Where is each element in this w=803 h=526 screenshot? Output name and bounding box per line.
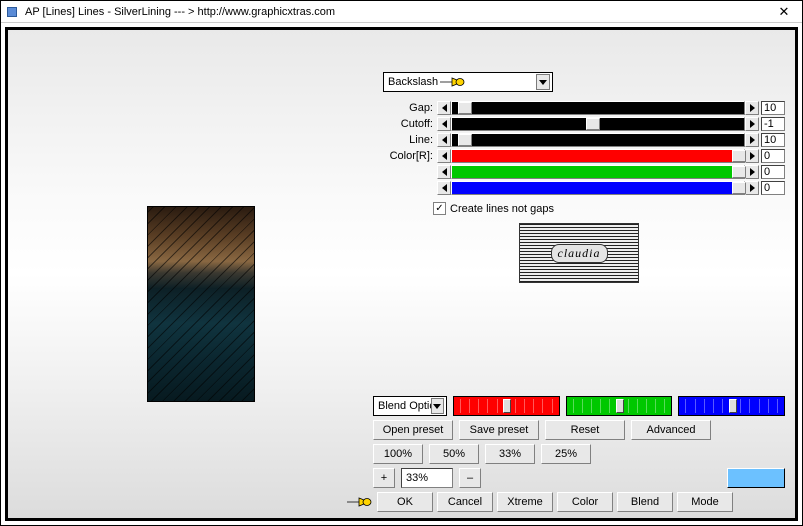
gap-value[interactable]: 10 xyxy=(761,101,785,115)
close-button[interactable]: ✕ xyxy=(770,3,798,21)
line-label: Line: xyxy=(373,134,437,146)
cutoff-slider[interactable] xyxy=(451,117,745,131)
cutoff-inc[interactable] xyxy=(745,117,759,131)
vendor-logo: claudia xyxy=(519,223,639,283)
cutoff-dec[interactable] xyxy=(437,117,451,131)
advanced-button[interactable]: Advanced xyxy=(631,420,711,440)
xtreme-button[interactable]: Xtreme xyxy=(497,492,553,512)
zoom-out-button[interactable]: – xyxy=(459,468,481,488)
blend-r-slider[interactable] xyxy=(453,396,560,416)
open-preset-button[interactable]: Open preset xyxy=(373,420,453,440)
ok-button[interactable]: OK xyxy=(377,492,433,512)
chevron-down-icon xyxy=(431,398,444,414)
preview-image xyxy=(147,206,255,402)
color-g-slider[interactable] xyxy=(451,165,745,179)
bottom-panel: Blend Optic xyxy=(373,396,785,512)
color-g-inc[interactable] xyxy=(745,165,759,179)
plugin-window: AP [Lines] Lines - SilverLining --- > ht… xyxy=(0,0,803,526)
effect-dropdown[interactable]: Backslash xyxy=(383,72,553,92)
create-lines-checkbox[interactable] xyxy=(433,202,446,215)
preview-pane xyxy=(8,30,373,518)
zoom-value[interactable]: 33% xyxy=(401,468,453,488)
color-r-value[interactable]: 0 xyxy=(761,149,785,163)
blend-dropdown-value: Blend Optic xyxy=(378,400,431,412)
color-r-label: Color[R]: xyxy=(373,150,437,162)
vendor-logo-text: claudia xyxy=(551,244,608,263)
line-inc[interactable] xyxy=(745,133,759,147)
blend-g-slider[interactable] xyxy=(566,396,673,416)
main-panel: Backslash Gap: 10 Cutoff: xyxy=(5,27,798,521)
zoom-25-button[interactable]: 25% xyxy=(541,444,591,464)
color-swatch[interactable] xyxy=(727,468,785,488)
zoom-100-button[interactable]: 100% xyxy=(373,444,423,464)
gap-dec[interactable] xyxy=(437,101,451,115)
pointing-hand-icon xyxy=(438,73,466,91)
cutoff-value[interactable]: -1 xyxy=(761,117,785,131)
color-g-value[interactable]: 0 xyxy=(761,165,785,179)
app-icon xyxy=(5,5,19,19)
effect-dropdown-value: Backslash xyxy=(388,76,438,88)
save-preset-button[interactable]: Save preset xyxy=(459,420,539,440)
color-g-dec[interactable] xyxy=(437,165,451,179)
mode-button[interactable]: Mode xyxy=(677,492,733,512)
color-r-inc[interactable] xyxy=(745,149,759,163)
color-b-inc[interactable] xyxy=(745,181,759,195)
color-b-value[interactable]: 0 xyxy=(761,181,785,195)
cancel-button[interactable]: Cancel xyxy=(437,492,493,512)
zoom-33-button[interactable]: 33% xyxy=(485,444,535,464)
controls-pane: Backslash Gap: 10 Cutoff: xyxy=(373,30,795,518)
chevron-down-icon xyxy=(536,74,550,90)
color-b-dec[interactable] xyxy=(437,181,451,195)
line-dec[interactable] xyxy=(437,133,451,147)
titlebar: AP [Lines] Lines - SilverLining --- > ht… xyxy=(1,1,802,23)
blend-b-slider[interactable] xyxy=(678,396,785,416)
create-lines-label: Create lines not gaps xyxy=(450,203,554,215)
blend-dropdown[interactable]: Blend Optic xyxy=(373,396,447,416)
cutoff-label: Cutoff: xyxy=(373,118,437,130)
color-r-dec[interactable] xyxy=(437,149,451,163)
line-value[interactable]: 10 xyxy=(761,133,785,147)
color-b-slider[interactable] xyxy=(451,181,745,195)
color-r-slider[interactable] xyxy=(451,149,745,163)
window-title: AP [Lines] Lines - SilverLining --- > ht… xyxy=(25,6,770,18)
line-slider[interactable] xyxy=(451,133,745,147)
reset-button[interactable]: Reset xyxy=(545,420,625,440)
gap-label: Gap: xyxy=(373,102,437,114)
gap-slider[interactable] xyxy=(451,101,745,115)
zoom-in-button[interactable]: + xyxy=(373,468,395,488)
zoom-50-button[interactable]: 50% xyxy=(429,444,479,464)
pointing-hand-icon xyxy=(345,493,373,511)
blend-button[interactable]: Blend xyxy=(617,492,673,512)
color-button[interactable]: Color xyxy=(557,492,613,512)
gap-inc[interactable] xyxy=(745,101,759,115)
